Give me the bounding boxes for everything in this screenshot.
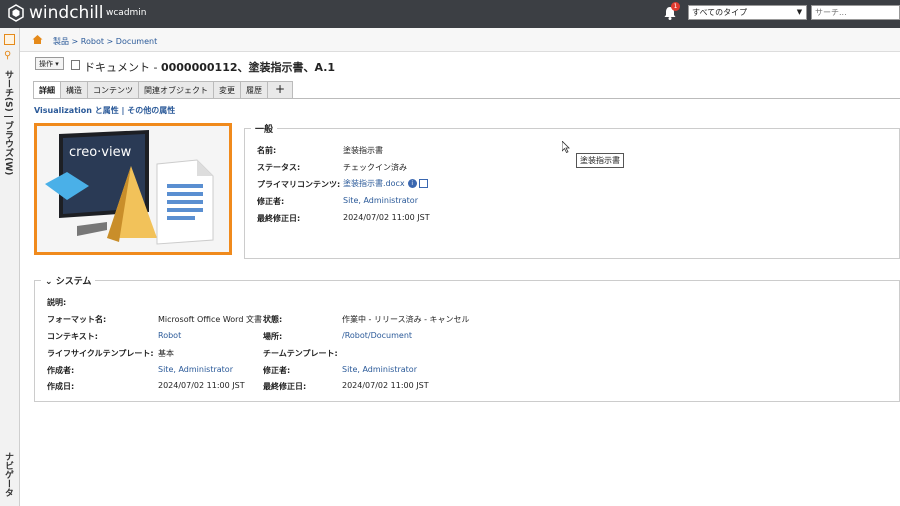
- home-icon[interactable]: [32, 34, 43, 45]
- tab-structure[interactable]: 構造: [60, 81, 88, 98]
- breadcrumb-bar: 製品 > Robot > Document: [20, 28, 900, 52]
- tab-related-objects[interactable]: 関連オブジェクト: [138, 81, 214, 98]
- document-icon: [71, 60, 80, 70]
- tab-content[interactable]: コンテンツ: [87, 81, 139, 98]
- primary-content-label: プライマリコンテンツ:: [257, 180, 341, 189]
- system-panel-title[interactable]: ⌄ システム: [41, 274, 96, 287]
- preview-logo-text: creo·view: [69, 145, 132, 160]
- general-panel: 一般 名前: 塗装指示書 ステータス: チェックイン済み プライマリコンテンツ:…: [244, 122, 900, 259]
- state-value: 作業中 - リリース済み - キャンセル: [342, 315, 470, 324]
- last-modified-value: 2024/07/02 11:00 JST: [343, 213, 430, 222]
- name-label: 名前:: [257, 146, 277, 155]
- created-by-link[interactable]: Site, Administrator: [158, 365, 233, 374]
- navigator-tab[interactable]: ナビゲータ: [2, 452, 15, 497]
- info-icon[interactable]: i: [407, 179, 417, 188]
- tab-bar: 詳細 構造 コンテンツ 関連オブジェクト 変更 履歴 +: [33, 81, 294, 99]
- mouse-cursor-icon: [562, 141, 570, 153]
- system-panel: ⌄ システム 説明: フォーマット名: Microsoft Office Wor…: [34, 274, 900, 402]
- top-bar: windchill wcadmin 1 すべてのタイプ ▼: [0, 0, 900, 28]
- location-link[interactable]: /Robot/Document: [342, 331, 412, 340]
- created-by-label: 作成者:: [47, 366, 75, 375]
- context-link[interactable]: Robot: [158, 331, 181, 340]
- title-object: 0000000112、塗装指示書、A.1: [160, 61, 336, 74]
- lifecycle-template-label: ライフサイクルテンプレート:: [47, 349, 154, 358]
- tab-history[interactable]: 履歴: [240, 81, 268, 98]
- notification-badge: 1: [671, 2, 680, 11]
- attribute-subnav[interactable]: Visualization と属性 | その他の属性: [34, 105, 175, 116]
- tab-changes[interactable]: 変更: [213, 81, 241, 98]
- name-value: 塗装指示書: [343, 146, 383, 155]
- lifecycle-template-value: 基本: [158, 349, 174, 358]
- format-name-label: フォーマット名:: [47, 315, 107, 324]
- thumbnail-preview[interactable]: creo·view: [34, 123, 232, 255]
- last-modified-label: 最終修正日:: [257, 214, 301, 223]
- team-template-label: チームテンプレート:: [263, 349, 338, 358]
- created-date-value: 2024/07/02 11:00 JST: [158, 381, 245, 390]
- actions-menu-button[interactable]: 操作 ▾: [35, 57, 64, 70]
- type-select-value: すべてのタイプ: [692, 8, 748, 17]
- brand-name: windchill: [29, 3, 104, 23]
- search-icon[interactable]: ⚲: [4, 50, 15, 61]
- context-label: コンテキスト:: [47, 332, 98, 341]
- status-label: ステータス:: [257, 163, 301, 172]
- page-title: ドキュメント - 0000000112、塗装指示書、A.1: [84, 59, 335, 75]
- title-prefix: ドキュメント -: [84, 61, 161, 74]
- chevron-down-icon: ▼: [796, 8, 803, 16]
- type-select[interactable]: すべてのタイプ ▼: [688, 5, 807, 20]
- search-input[interactable]: [811, 5, 900, 20]
- expand-panel-icon[interactable]: [4, 34, 15, 45]
- tab-details[interactable]: 詳細: [33, 81, 61, 99]
- windchill-logo-icon[interactable]: [7, 4, 25, 22]
- current-user[interactable]: wcadmin: [106, 8, 147, 18]
- system-modified-by-label: 修正者:: [263, 366, 291, 375]
- left-rail: ⚲ サーチ(S) | ブラウズ(W) ナビゲータ: [0, 28, 20, 506]
- tab-divider: [33, 98, 900, 99]
- breadcrumb[interactable]: 製品 > Robot > Document: [53, 36, 157, 47]
- name-tooltip: 塗装指示書: [576, 153, 624, 168]
- status-value: チェックイン済み: [343, 163, 407, 172]
- description-label: 説明:: [47, 298, 67, 307]
- created-date-label: 作成日:: [47, 382, 75, 391]
- creo-view-thumbnail-icon: creo·view: [37, 126, 229, 252]
- add-tab-button[interactable]: +: [267, 81, 294, 98]
- general-panel-title: 一般: [251, 122, 278, 135]
- location-label: 場所:: [263, 332, 283, 341]
- search-browse-tab[interactable]: サーチ(S) | ブラウズ(W): [2, 70, 15, 175]
- primary-content-value: 塗装指示書.docx i: [343, 178, 428, 189]
- system-last-modified-value: 2024/07/02 11:00 JST: [342, 381, 429, 390]
- primary-content-link[interactable]: 塗装指示書.docx: [343, 179, 405, 188]
- download-icon[interactable]: [418, 179, 428, 188]
- system-last-modified-label: 最終修正日:: [263, 382, 307, 391]
- system-panel-title-text: システム: [55, 277, 92, 287]
- format-name-value: Microsoft Office Word 文書: [158, 315, 262, 324]
- state-label: 状態:: [263, 315, 283, 324]
- system-modified-by-link[interactable]: Site, Administrator: [342, 365, 417, 374]
- modified-by-label: 修正者:: [257, 197, 285, 206]
- modified-by-link[interactable]: Site, Administrator: [343, 196, 418, 205]
